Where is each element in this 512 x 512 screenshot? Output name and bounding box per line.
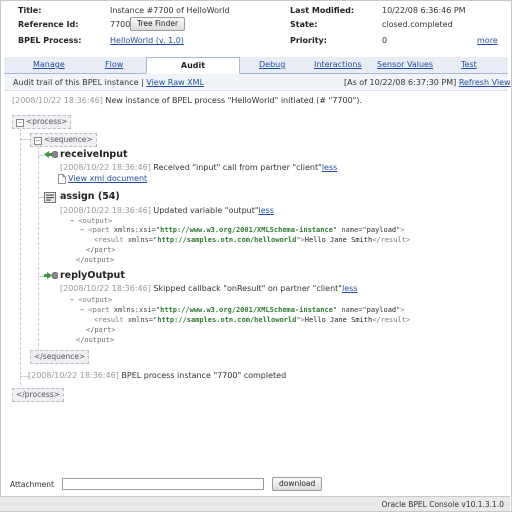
tab-bar: Manage Flow Audit Debug Interactions Sen… (4, 57, 508, 74)
less-link[interactable]: less (259, 206, 274, 215)
attachment-label: Attachment (10, 480, 54, 489)
attachment-input[interactable] (62, 478, 264, 490)
receive-activity-icon (44, 151, 58, 158)
view-xml-document-link[interactable]: View xml document (68, 174, 147, 183)
view-raw-xml-link[interactable]: View Raw XML (146, 78, 204, 87)
instance-completed-entry: [2008/10/22 18:36:46] BPEL process insta… (28, 371, 286, 380)
xml-part-line: − <part xmlns:xsi="http://www.w3.org/200… (80, 306, 405, 314)
version-label: Oracle BPEL Console v10.1.3.1.0 (381, 500, 504, 509)
as-of-timestamp: [As of 10/22/08 6:37:30 PM] Refresh View (344, 78, 511, 87)
receive-input-activity[interactable]: receiveInput (60, 149, 128, 160)
download-button[interactable]: download (272, 477, 323, 491)
entry-message: New instance of BPEL process "HelloWorld… (105, 96, 363, 105)
xml-part-close: </part> (86, 326, 116, 334)
tab-interactions[interactable]: Interactions (314, 60, 362, 69)
process-open-tag[interactable]: − <process> (12, 115, 72, 129)
timestamp: [2008/10/22 18:36:46] (28, 371, 119, 380)
collapse-icon[interactable]: − (34, 137, 42, 145)
assign-activity[interactable]: assign (54) (60, 191, 120, 202)
less-link[interactable]: less (342, 284, 357, 293)
tab-debug[interactable]: Debug (259, 60, 285, 69)
state-value: closed.completed (382, 20, 453, 29)
instance-initiated-entry: [2008/10/22 18:36:46] New instance of BP… (12, 96, 362, 105)
xml-part-line: − <part xmlns:xsi="http://www.w3.org/200… (80, 226, 405, 234)
xml-result-line: <result xmlns="http://samples.otn.com/he… (94, 236, 411, 244)
tab-flow[interactable]: Flow (105, 60, 123, 69)
xml-output-open: − <output> (70, 217, 113, 225)
reference-id-label: Reference Id: (18, 20, 79, 29)
reply-output-entry: [2008/10/22 18:36:46] Skipped callback "… (60, 284, 357, 293)
more-link[interactable]: more (477, 36, 498, 45)
priority-label: Priority: (290, 36, 327, 45)
process-close-tag: </process> (12, 388, 64, 402)
collapse-icon[interactable]: − (16, 119, 24, 127)
bpel-process-label: BPEL Process: (18, 36, 82, 45)
priority-value: 0 (382, 36, 388, 45)
audit-trail-caption: Audit trail of this BPEL instance | View… (13, 78, 205, 87)
less-link[interactable]: less (322, 163, 337, 172)
process-connector (20, 139, 30, 140)
tab-manage[interactable]: Manage (33, 60, 65, 69)
reply-output-activity[interactable]: replyOutput (60, 270, 125, 281)
timestamp: [2008/10/22 18:36:46] (60, 284, 151, 293)
xml-part-close: </part> (86, 246, 116, 254)
status-bar: Oracle BPEL Console v10.1.3.1.0 (0, 496, 510, 511)
tab-sensor-values[interactable]: Sensor Values (377, 60, 433, 69)
assign-entry: [2008/10/22 18:36:46] Updated variable "… (60, 206, 274, 215)
entry-message: Received "input" call from partner "clie… (153, 163, 322, 172)
title-value: Instance #7700 of HelloWorld (110, 6, 230, 15)
xml-document-icon (58, 174, 66, 184)
timestamp: [2008/10/22 18:36:46] (60, 163, 151, 172)
last-modified-value: 10/22/08 6:36:46 PM (382, 6, 466, 15)
sequence-close-tag: </sequence> (30, 350, 90, 364)
xml-output-open: − <output> (70, 296, 113, 304)
assign-activity-icon (44, 192, 56, 203)
reply-activity-icon (44, 272, 58, 279)
title-label: Title: (18, 6, 42, 15)
audit-subbar: Audit trail of this BPEL instance | View… (4, 74, 511, 91)
refresh-view-link[interactable]: Refresh View (459, 78, 511, 87)
tree-finder-button[interactable]: Tree Finder (130, 17, 186, 31)
receive-input-entry: [2008/10/22 18:36:46] Received "input" c… (60, 163, 337, 172)
xml-output-close: </output> (76, 336, 114, 344)
last-modified-label: Last Modified: (290, 6, 355, 15)
xml-output-close: </output> (76, 256, 114, 264)
tab-audit[interactable]: Audit (146, 57, 240, 74)
process-guide-line (20, 128, 21, 390)
timestamp: [2008/10/22 18:36:46] (60, 206, 151, 215)
state-label: State: (290, 20, 318, 29)
timestamp: [2008/10/22 18:36:46] (12, 96, 103, 105)
reference-id-value: 7700 (110, 20, 131, 29)
tab-test[interactable]: Test (461, 60, 477, 69)
xml-result-line: <result xmlns="http://samples.otn.com/he… (94, 316, 411, 324)
entry-message: Updated variable "output" (153, 206, 259, 215)
sequence-guide-line (38, 146, 39, 356)
entry-message: BPEL process instance "7700" completed (121, 371, 287, 380)
sequence-open-tag[interactable]: − <sequence> (30, 133, 97, 147)
entry-message: Skipped callback "onResult" on partner "… (153, 284, 342, 293)
bpel-process-link[interactable]: HelloWorld (v. 1.0) (110, 36, 184, 45)
